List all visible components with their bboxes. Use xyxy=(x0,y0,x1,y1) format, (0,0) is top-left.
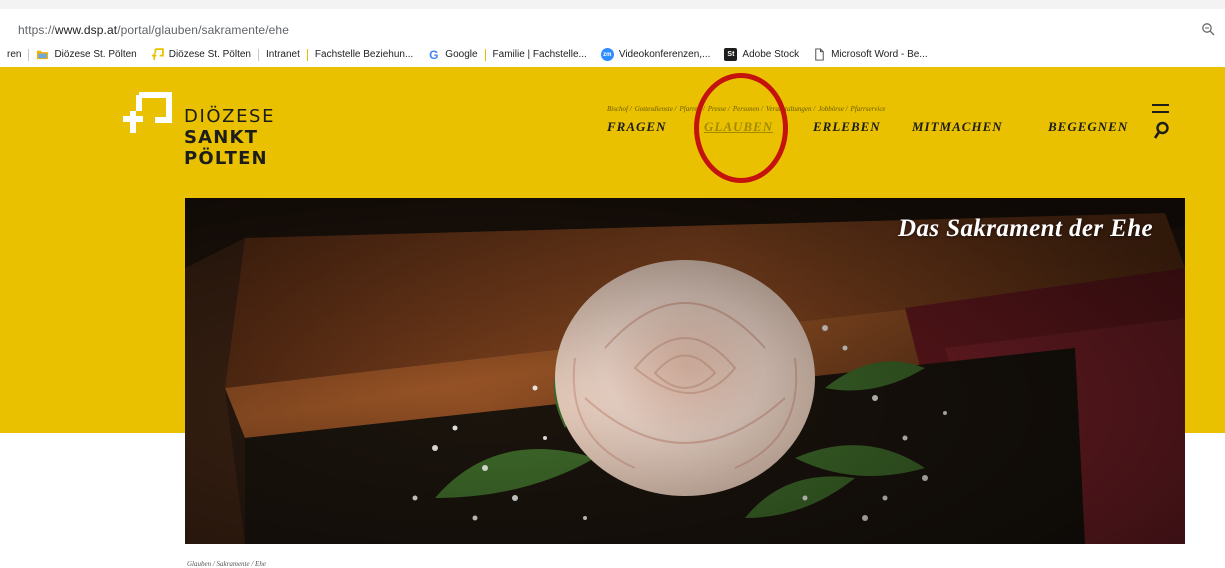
url-text[interactable]: https://www.dsp.at/portal/glauben/sakram… xyxy=(18,23,289,37)
subnav-item[interactable]: Pfarrservice xyxy=(851,105,886,113)
dsp-logo-icon[interactable] xyxy=(117,89,177,141)
rose-photo xyxy=(185,198,1185,544)
main-nav: FRAGEN GLAUBEN ERLEBEN MITMACHEN BEGEGNE… xyxy=(607,119,1128,135)
bookmark-item[interactable]: Fachstelle Beziehun... xyxy=(308,42,420,67)
adobe-stock-icon: St xyxy=(724,48,738,61)
subnav-item[interactable]: Jobbörse / xyxy=(818,105,847,113)
menu-icon[interactable] xyxy=(1152,104,1169,114)
google-icon: G xyxy=(429,47,439,62)
folder-icon xyxy=(37,50,49,60)
search-icon[interactable] xyxy=(1153,121,1170,140)
bookmark-item[interactable]: Diözese St. Pölten xyxy=(144,42,258,67)
hero-title: Das Sakrament der Ehe xyxy=(898,215,1153,242)
bookmark-item[interactable]: Intranet xyxy=(259,42,307,67)
browser-top-strip xyxy=(0,0,1225,9)
address-bar[interactable]: https://www.dsp.at/portal/glauben/sakram… xyxy=(0,9,1225,42)
bookmark-item[interactable]: zm Videokonferenzen,... xyxy=(594,42,718,67)
nav-item-fragen[interactable]: FRAGEN xyxy=(607,119,704,135)
bookmark-item[interactable]: Microsoft Word - Be... xyxy=(806,42,935,67)
subnav-item[interactable]: Gottesdienste / xyxy=(635,105,677,113)
logo-line: DIÖZESE xyxy=(184,106,276,127)
zoom-icon: zm xyxy=(600,48,614,61)
nav-item-begegnen[interactable]: BEGEGNEN xyxy=(1048,119,1128,135)
dsp-logo-icon xyxy=(151,48,164,60)
bookmark-item[interactable]: Diözese St. Pölten xyxy=(29,42,143,67)
breadcrumb[interactable]: Glauben / Sakramente / Ehe xyxy=(187,560,266,568)
site-logo-text[interactable]: DIÖZESE SANKT PÖLTEN xyxy=(184,106,275,169)
bookmarks-bar: ren Diözese St. Pölten Diözese St. Pölte… xyxy=(0,42,1225,67)
logo-line: SANKT xyxy=(184,127,259,148)
bookmark-item[interactable]: St Adobe Stock xyxy=(717,42,806,67)
bookmark-item[interactable]: Familie | Fachstelle... xyxy=(486,42,594,67)
bookmark-item[interactable]: ren xyxy=(0,42,28,67)
annotation-circle xyxy=(694,73,788,183)
bookmark-item[interactable]: G Google xyxy=(420,42,484,67)
logo-line: PÖLTEN xyxy=(184,148,268,169)
nav-item-erleben[interactable]: ERLEBEN xyxy=(813,119,912,135)
nav-item-mitmachen[interactable]: MITMACHEN xyxy=(912,119,1048,135)
subnav-item[interactable]: Bischof / xyxy=(607,105,632,113)
zoom-icon[interactable] xyxy=(1201,22,1215,36)
hero-image: Das Sakrament der Ehe xyxy=(185,198,1185,544)
document-icon xyxy=(815,48,824,61)
